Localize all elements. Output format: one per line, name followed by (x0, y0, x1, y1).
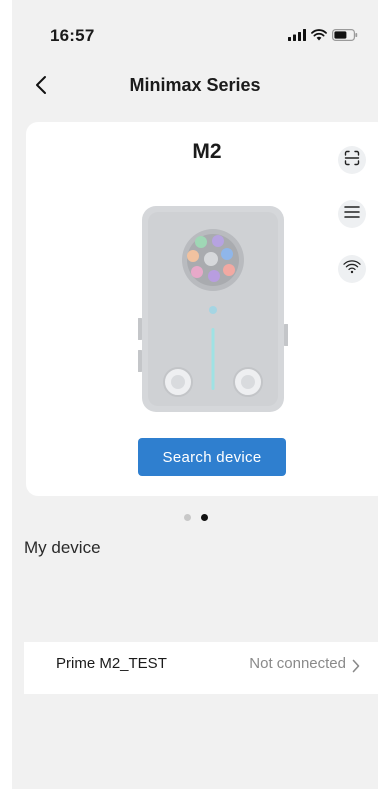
wifi-icon (343, 259, 361, 279)
pager-dot-active[interactable] (201, 514, 208, 521)
device-list-button[interactable] (338, 200, 366, 228)
pedal-device-image (136, 204, 290, 416)
device-card: M2 Search device (26, 122, 378, 496)
app-screen: 16:57 Minimax Series M2 Search device My… (12, 0, 378, 789)
wifi-connect-button[interactable] (338, 255, 366, 283)
device-model-title: M2 (192, 140, 222, 163)
list-icon (344, 205, 360, 224)
wifi-status-icon (311, 28, 327, 46)
device-connection-status: Not connected (249, 655, 346, 672)
scan-button[interactable] (338, 146, 366, 174)
pager-dot[interactable] (184, 514, 191, 521)
search-device-button[interactable]: Search device (138, 438, 286, 476)
device-name: Prime M2_TEST (56, 655, 167, 672)
status-icons (288, 28, 358, 46)
my-device-section-title: My device (24, 538, 101, 557)
chevron-right-icon (352, 659, 364, 673)
page-title: Minimax Series (129, 75, 261, 95)
battery-icon (332, 28, 358, 46)
scan-icon (344, 150, 360, 171)
cellular-signal-icon (288, 28, 306, 46)
navigation-bar: Minimax Series (12, 64, 378, 108)
status-bar: 16:57 (12, 0, 378, 60)
carousel-pager (184, 514, 208, 521)
device-list-item[interactable]: Prime M2_TEST Not connected (24, 642, 378, 694)
status-time: 16:57 (50, 26, 95, 45)
